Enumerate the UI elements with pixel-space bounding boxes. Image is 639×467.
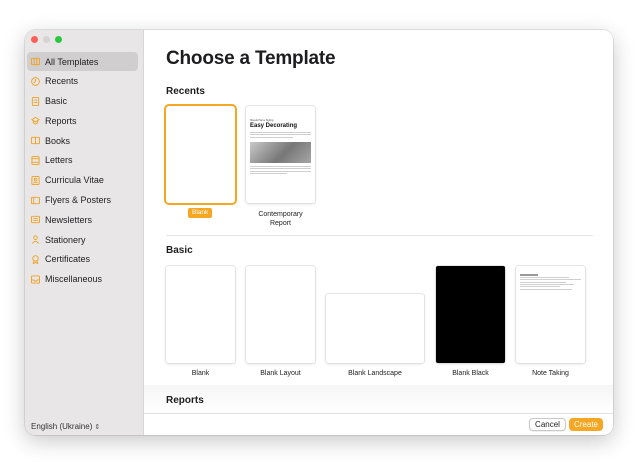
template-card-blank-landscape[interactable] [326,294,424,363]
preview-text-line [250,170,311,172]
sidebar-item-label: Certificates [45,254,91,265]
sidebar-item-certificates[interactable]: Certificates [27,250,138,269]
template-chooser-window: All Templates Recents Basic Reports Book… [25,30,613,435]
template-card-note-taking[interactable] [516,266,585,363]
bottom-bar: Cancel Create [144,413,613,435]
sidebar-item-label: Miscellaneous [45,274,103,285]
preview-text-line [520,276,569,278]
preview-photo [250,141,311,163]
note-taking-preview [516,266,585,363]
document-icon [31,96,40,106]
cancel-button[interactable]: Cancel [529,418,566,431]
sidebar-item-label: Books [45,135,71,146]
template-card-blank-layout[interactable] [246,266,315,363]
preview-text-line [520,279,581,281]
sidebar-item-label: Letters [45,155,73,166]
sidebar-item-label: Curricula Vitae [45,175,104,186]
window-controls [31,36,62,43]
template-label-blank-layout: Blank Layout [260,370,301,377]
preview-kicker: Sheets Home Styling [250,119,274,122]
sidebar-item-newsletters[interactable]: Newsletters [27,210,138,229]
create-button[interactable]: Create [569,418,603,431]
preview-text-line [250,172,287,174]
template-label-blank: Blank [191,370,210,377]
preview-heading-line [520,274,539,276]
reports-icon [31,116,40,126]
sidebar-item-label: All Templates [45,56,99,67]
sidebar-item-basic[interactable]: Basic [27,92,138,111]
sidebar-item-label: Recents [45,76,79,87]
template-label-blank-recent: Blank [188,208,213,218]
template-label-note-taking: Note Taking [532,370,569,377]
sidebar-item-all-templates[interactable]: All Templates [27,52,138,71]
page-title: Choose a Template [166,48,336,69]
reports-section-band [144,385,613,415]
template-gallery: Choose a Template Recents Blank Sheets H… [144,30,613,435]
sidebar-item-books[interactable]: Books [27,131,138,150]
clock-icon [31,76,40,86]
zoom-window-button[interactable] [55,36,62,43]
section-divider [166,235,593,236]
section-heading-basic: Basic [166,245,193,256]
all-templates-icon [31,57,40,66]
preview-text-line [520,281,566,283]
flyer-icon [31,196,40,205]
close-window-button[interactable] [31,36,38,43]
sidebar-item-label: Newsletters [45,214,93,225]
language-selector[interactable]: English (Ukraine) ⇕ [31,422,100,431]
preview-text-line [520,284,574,286]
preview-text-line [250,132,311,133]
preview-text-line [250,165,311,167]
preview-text-line [520,288,572,290]
category-list: All Templates Recents Basic Reports Book… [27,52,138,290]
template-card-blank-black[interactable] [436,266,505,363]
sidebar-item-label: Stationery [45,234,86,245]
ribbon-icon [31,255,40,264]
template-label-blank-black: Blank Black [452,370,489,377]
template-card-blank-recent[interactable] [166,106,235,203]
minimize-window-button[interactable] [43,36,50,43]
sidebar-item-stationery[interactable]: Stationery [27,230,138,249]
sidebar-item-label: Basic [45,96,68,107]
sidebar-item-miscellaneous[interactable]: Miscellaneous [27,270,138,289]
contemporary-report-preview: Sheets Home Styling Easy Decorating [246,106,315,203]
sidebar-item-curricula-vitae[interactable]: Curricula Vitae [27,171,138,190]
preview-text-line [250,134,311,136]
sidebar-item-label: Flyers & Posters [45,195,112,206]
newsletter-icon [31,215,40,224]
sidebar-item-reports[interactable]: Reports [27,111,138,130]
stationery-icon [31,235,40,244]
sidebar-item-recents[interactable]: Recents [27,72,138,91]
tray-icon [31,275,40,284]
preview-text-line [520,286,560,288]
preview-header-rule [250,109,311,111]
sidebar-item-flyers-posters[interactable]: Flyers & Posters [27,191,138,210]
preview-date-line [520,269,581,271]
section-heading-reports: Reports [166,395,204,406]
section-heading-recents: Recents [166,86,205,97]
template-card-contemporary-report[interactable]: Sheets Home Styling Easy Decorating [246,106,315,203]
template-label-contemporary-report: Contemporary Report [258,211,303,227]
preview-text-line [250,168,311,170]
person-card-icon [31,175,40,185]
chevron-up-down-icon: ⇕ [94,423,101,431]
sidebar-item-label: Reports [45,115,77,126]
book-icon [31,136,40,145]
sidebar: All Templates Recents Basic Reports Book… [25,30,144,435]
sidebar-item-letters[interactable]: Letters [27,151,138,170]
language-label: English (Ukraine) [31,422,93,431]
preview-text-line [250,136,293,138]
template-card-blank[interactable] [166,266,235,363]
preview-title: Easy Decorating [250,123,298,129]
template-label-blank-landscape: Blank Landscape [348,370,402,377]
letter-icon [31,155,40,165]
